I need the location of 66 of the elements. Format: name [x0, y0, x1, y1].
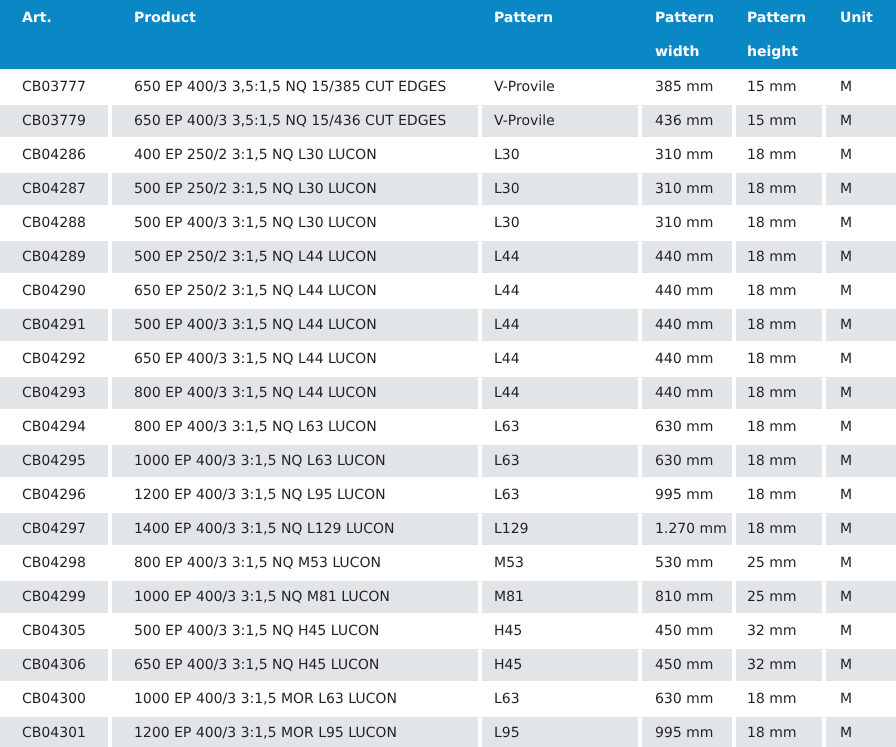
table-cell: 630 mm [642, 445, 732, 477]
table-cell: CB04293 [0, 377, 108, 409]
table-cell: CB04287 [0, 173, 108, 205]
table-cell: 18 mm [736, 241, 822, 273]
table-cell: 800 EP 400/3 3:1,5 NQ L44 LUCON [112, 377, 478, 409]
table-cell: M [826, 513, 896, 545]
table-cell: M [826, 105, 896, 137]
table-cell: 500 EP 250/2 3:1,5 NQ L44 LUCON [112, 241, 478, 273]
table-cell: 440 mm [642, 309, 732, 341]
table-cell: 310 mm [642, 173, 732, 205]
table-cell: 15 mm [736, 105, 822, 137]
table-cell: M [826, 445, 896, 477]
table-cell: 18 mm [736, 445, 822, 477]
table-cell: 450 mm [642, 649, 732, 681]
column-header: Art. [22, 10, 52, 26]
table-cell: 1000 EP 400/3 3:1,5 NQ M81 LUCON [112, 581, 478, 613]
table-cell: 18 mm [736, 173, 822, 205]
table-cell: M [826, 309, 896, 341]
table-cell: 18 mm [736, 377, 822, 409]
table-cell: M [826, 581, 896, 613]
table-cell: V-Provile [482, 105, 638, 137]
table-cell: CB04306 [0, 649, 108, 681]
table-cell: CB03779 [0, 105, 108, 137]
table-cell: CB04295 [0, 445, 108, 477]
table-cell: 18 mm [736, 717, 822, 747]
column-header: Pattern width [655, 10, 714, 60]
table-cell: M [826, 377, 896, 409]
table-cell: L129 [482, 513, 638, 545]
table-cell: 650 EP 400/3 3:1,5 NQ H45 LUCON [112, 649, 478, 681]
table-cell: L95 [482, 717, 638, 747]
table-cell: H45 [482, 649, 638, 681]
table-cell: M [826, 717, 896, 747]
column-header: Pattern [494, 10, 554, 26]
table-cell: CB04297 [0, 513, 108, 545]
column-header: Unit [840, 10, 873, 26]
table-cell: 18 mm [736, 309, 822, 341]
table-cell: 1200 EP 400/3 3:1,5 MOR L95 LUCON [112, 717, 478, 747]
table-cell: 500 EP 250/2 3:1,5 NQ L30 LUCON [112, 173, 478, 205]
table-cell: L63 [482, 445, 638, 477]
column-header: Product [134, 10, 196, 26]
table-cell: M81 [482, 581, 638, 613]
table-cell: 1.270 mm [642, 513, 732, 545]
table-cell: L44 [482, 377, 638, 409]
table-cell: 18 mm [736, 513, 822, 545]
table-cell: M [826, 173, 896, 205]
table-cell: 810 mm [642, 581, 732, 613]
table-cell: 650 EP 400/3 3,5:1,5 NQ 15/436 CUT EDGES [112, 105, 478, 137]
table-cell: CB04301 [0, 717, 108, 747]
table-cell: 25 mm [736, 581, 822, 613]
table-cell: L44 [482, 309, 638, 341]
table-cell: CB04299 [0, 581, 108, 613]
table-cell: L30 [482, 173, 638, 205]
table-cell: 1000 EP 400/3 3:1,5 NQ L63 LUCON [112, 445, 478, 477]
table-cell: 500 EP 400/3 3:1,5 NQ L44 LUCON [112, 309, 478, 341]
table-cell: 32 mm [736, 649, 822, 681]
table-cell: 440 mm [642, 377, 732, 409]
table-cell: CB04291 [0, 309, 108, 341]
table-cell: L44 [482, 241, 638, 273]
table-cell: 995 mm [642, 717, 732, 747]
table-cell: 436 mm [642, 105, 732, 137]
table-cell: M [826, 649, 896, 681]
table-cell: CB04289 [0, 241, 108, 273]
table-cell: M [826, 241, 896, 273]
table-cell: 1400 EP 400/3 3:1,5 NQ L129 LUCON [112, 513, 478, 545]
table-cell: 440 mm [642, 241, 732, 273]
column-header: Pattern height [747, 10, 806, 60]
